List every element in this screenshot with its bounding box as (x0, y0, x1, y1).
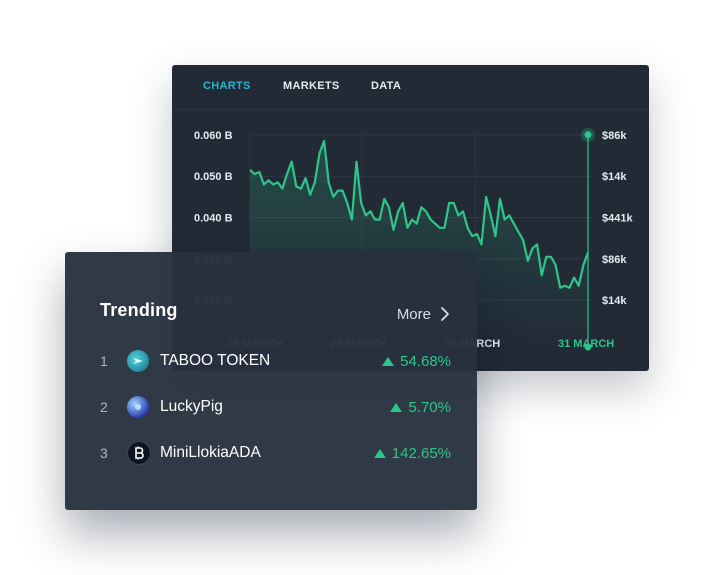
trending-rank: 3 (100, 445, 108, 461)
price-change: 5.70% (390, 399, 451, 416)
price-change: 54.68% (382, 353, 451, 370)
right-tick-label: $86k (602, 254, 627, 266)
trending-row[interactable]: 3 MiniLlokiaADA 142.65% (65, 439, 477, 467)
price-change-value: 54.68% (400, 352, 451, 370)
triangle-up-icon (390, 402, 403, 412)
price-change-value: 142.65% (391, 444, 451, 462)
chevron-right-icon (441, 307, 449, 321)
trending-rank: 1 (100, 353, 108, 369)
y-tick-label: 0.050 B (194, 171, 233, 183)
luckypig-icon (127, 396, 149, 418)
y-tick-label: 0.060 B (194, 130, 233, 142)
price-change: 142.65% (373, 444, 451, 462)
x-tick-label: 31 MARCH (558, 338, 614, 350)
y-tick-label: 0.040 B (194, 213, 233, 225)
trending-title: Trending (100, 300, 178, 320)
minillokiaada-icon (127, 441, 151, 465)
more-label: More (396, 305, 431, 323)
triangle-up-icon (373, 448, 386, 458)
taboo-token-icon (127, 350, 149, 372)
more-button[interactable]: More (397, 303, 451, 325)
trending-card: Trending More 1 TABOO TOKEN 54.68% 2 Luc… (65, 252, 477, 510)
trending-rank: 2 (100, 399, 108, 415)
right-tick-label: $14k (602, 295, 627, 307)
coin-name: MiniLlokiaADA (160, 444, 261, 461)
coin-name: LuckyPig (160, 398, 223, 415)
trending-row[interactable]: 2 LuckyPig 5.70% (65, 393, 477, 421)
marker-top-dot (584, 131, 592, 139)
coin-name: TABOO TOKEN (160, 352, 271, 369)
right-tick-label: $86k (602, 130, 627, 142)
right-tick-label: $14k (602, 171, 627, 183)
price-change-value: 5.70% (408, 398, 451, 416)
trending-row[interactable]: 1 TABOO TOKEN 54.68% (65, 347, 477, 375)
triangle-up-icon (382, 356, 395, 366)
right-tick-label: $441k (602, 213, 633, 225)
